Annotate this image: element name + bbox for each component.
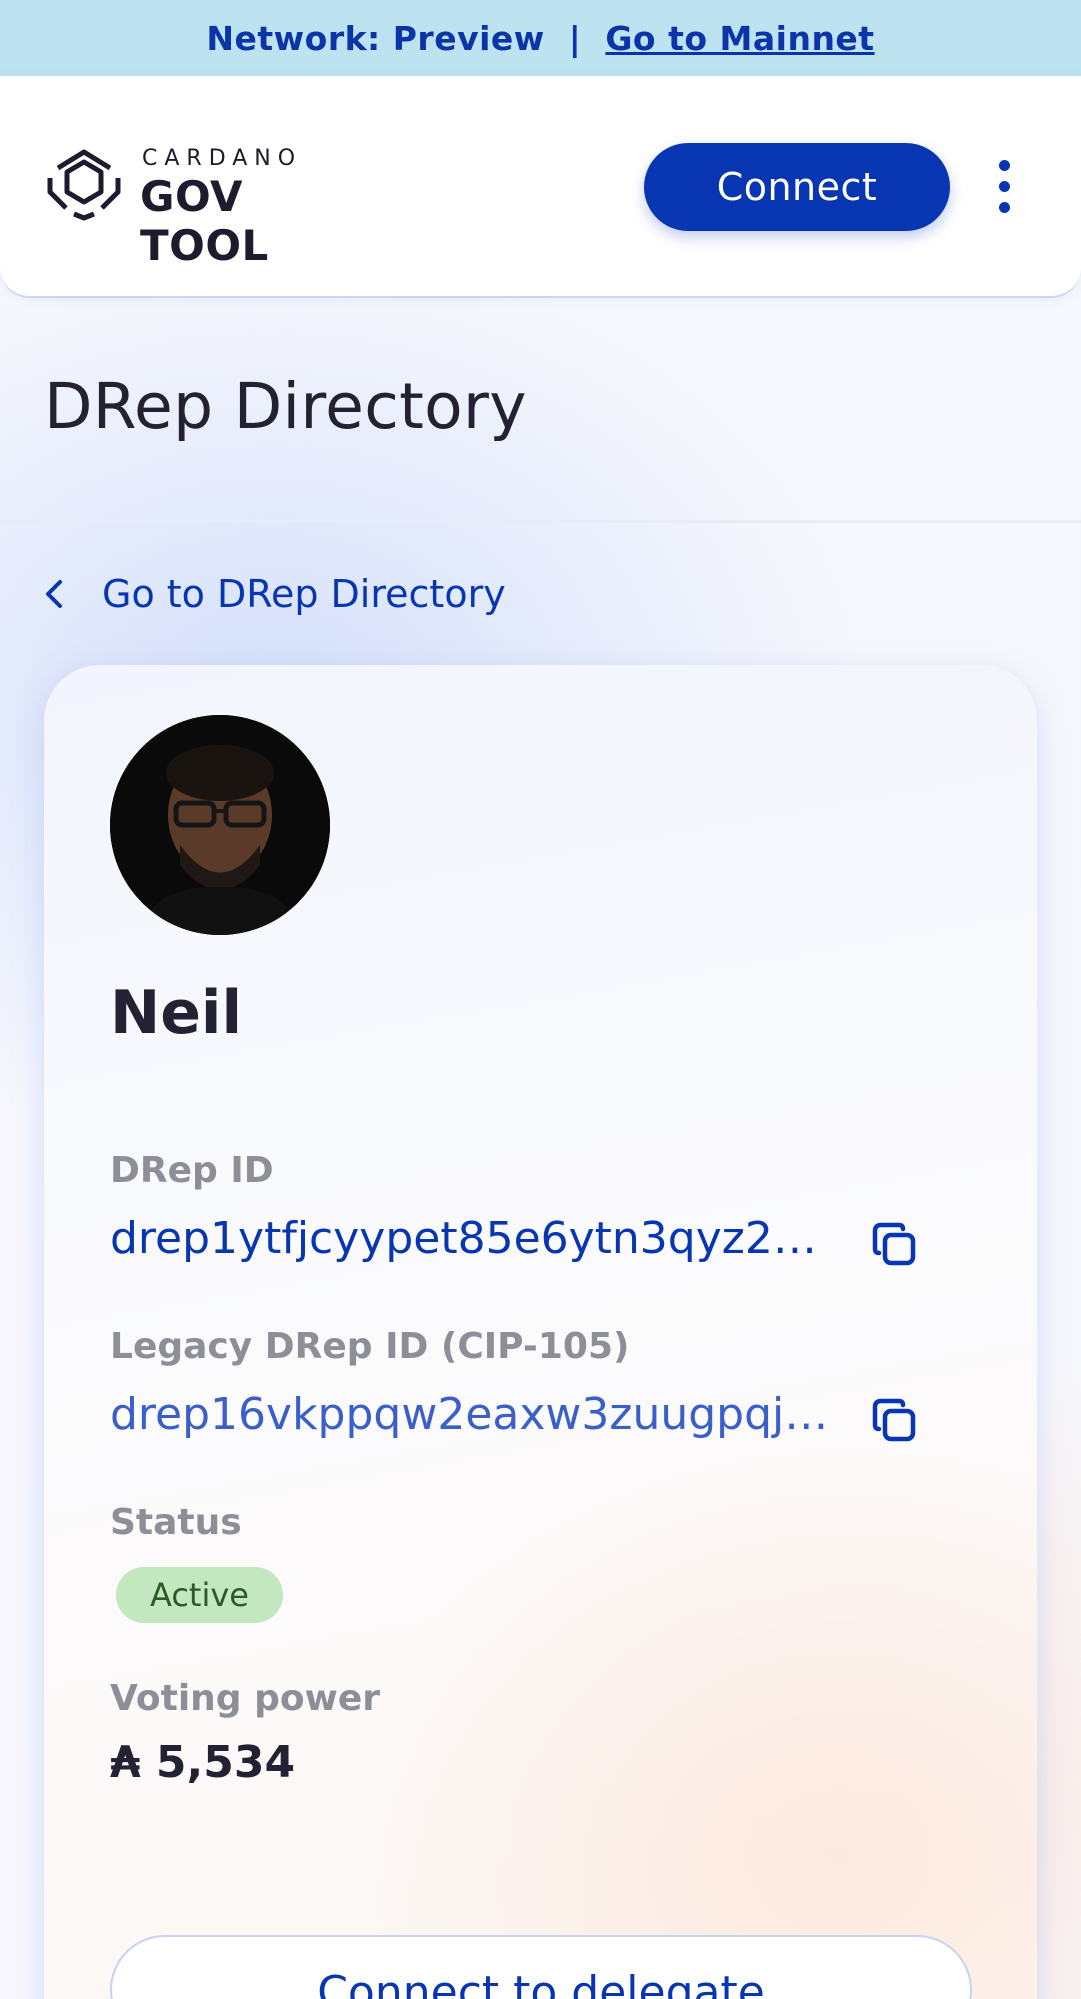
status-label: Status: [110, 1502, 242, 1543]
menu-dot: [998, 180, 1010, 192]
voting-power-value: ₳ 5,534: [110, 1737, 296, 1788]
status-badge: Active: [116, 1567, 283, 1623]
drep-name: Neil: [110, 978, 243, 1048]
legacy-drep-id-label: Legacy DRep ID (CIP-105): [110, 1326, 630, 1367]
drep-id-value[interactable]: drep1ytfjcyypet85e6ytn3qyz2q…: [110, 1213, 840, 1264]
kebab-menu-icon[interactable]: [984, 156, 1024, 216]
banner-separator: |: [568, 18, 582, 58]
drep-id-label: DRep ID: [110, 1150, 274, 1191]
copy-icon[interactable]: [869, 1395, 921, 1447]
legacy-drep-id-value[interactable]: drep16vkppqw2eaxw3zuugpqjs…: [110, 1389, 840, 1440]
cardano-gov-logo-icon: [47, 149, 121, 221]
network-label: Network: Preview: [206, 18, 545, 58]
page-title: DRep Directory: [44, 370, 527, 443]
drep-card: Neil DRep ID drep1ytfjcyypet85e6ytn3qyz2…: [44, 665, 1037, 1999]
drep-avatar: [110, 715, 330, 935]
logo-cardano-text: CARDANO: [142, 146, 303, 171]
copy-icon[interactable]: [869, 1219, 921, 1271]
connect-to-delegate-button[interactable]: Connect to delegate: [110, 1935, 972, 1999]
app-header: CARDANO GOV TOOL Connect: [0, 76, 1081, 298]
avatar-portrait: [110, 715, 330, 935]
connect-button[interactable]: Connect: [644, 143, 950, 231]
title-divider: [0, 520, 1081, 523]
menu-dot: [998, 201, 1010, 213]
go-to-mainnet-link[interactable]: Go to Mainnet: [605, 19, 874, 58]
menu-dot: [998, 159, 1010, 171]
logo-gov-tool-text: GOV TOOL: [140, 172, 269, 270]
back-link-label: Go to DRep Directory: [102, 572, 506, 616]
app-logo[interactable]: CARDANO GOV TOOL: [44, 144, 384, 270]
back-to-directory-link[interactable]: Go to DRep Directory: [40, 568, 506, 620]
network-banner: Network: Preview | Go to Mainnet: [0, 0, 1081, 76]
voting-power-label: Voting power: [110, 1678, 381, 1719]
chevron-left-icon: [46, 580, 62, 608]
